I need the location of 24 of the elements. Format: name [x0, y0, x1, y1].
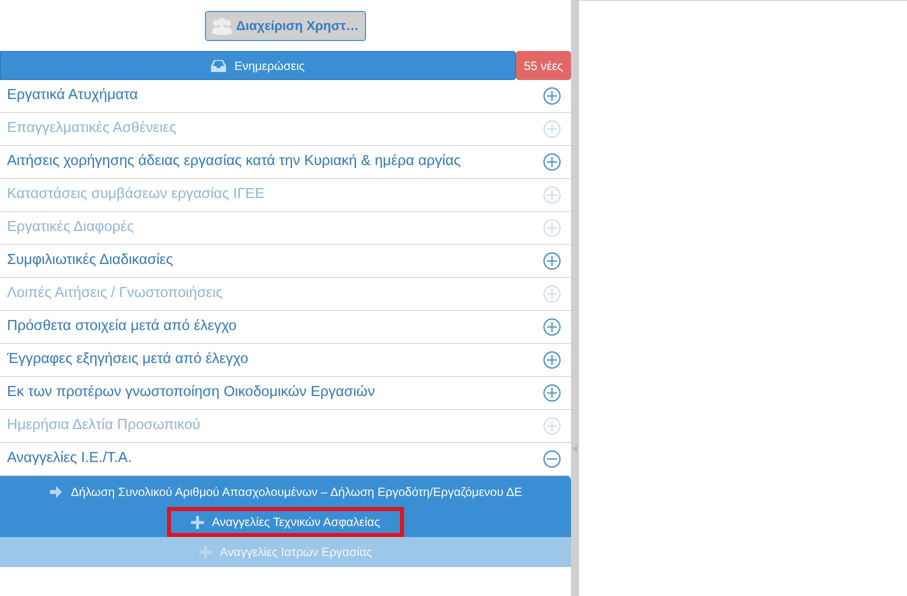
menu-item[interactable]: Εργατικά Ατυχήματα: [0, 80, 571, 113]
menu-item[interactable]: Πρόσθετα στοιχεία μετά από έλεγχο: [0, 311, 571, 344]
arrow-icon: [48, 485, 63, 499]
collapse-icon[interactable]: [543, 450, 561, 468]
expand-icon[interactable]: [543, 87, 561, 105]
expand-icon[interactable]: [543, 153, 561, 171]
menu-item[interactable]: Εκ των προτέρων γνωστοποίηση Οικοδομικών Εργασιών: [0, 377, 571, 410]
menu-item[interactable]: Έγγραφες εξηγήσεις μετά από έλεγχο: [0, 344, 571, 377]
submenu-link[interactable]: Αναγγελίες Τεχνικών Ασφαλείας: [166, 507, 404, 537]
expand-icon[interactable]: [543, 351, 561, 369]
expand-icon[interactable]: [543, 318, 561, 336]
menu-item[interactable]: Συμφιλιωτικές Διαδικασίες: [0, 245, 571, 278]
submenu-link[interactable]: Δήλωση Συνολικού Αριθμού Απασχολουμένων – Δήλωση Εργοδότη/Εργαζόμενου ΔΕ: [28, 477, 542, 507]
plus-icon: [190, 516, 204, 528]
inbox-icon: [211, 60, 226, 72]
menu-item[interactable]: Αιτήσεις χορήγησης άδειας εργασίας κατά την Κυριακή & ημέρα αργίας: [0, 146, 571, 179]
user-management-button[interactable]: Διαχείριση Χρηστ…: [205, 10, 366, 40]
expand-icon[interactable]: [543, 384, 561, 402]
users-icon: [212, 16, 232, 34]
updates-button[interactable]: Ενημερώσεις: [0, 51, 516, 80]
new-count-badge: 55 νέες: [516, 51, 571, 80]
expand-icon[interactable]: [543, 252, 561, 270]
left-arrow-icon: [571, 443, 579, 455]
plus-icon: [198, 546, 212, 558]
